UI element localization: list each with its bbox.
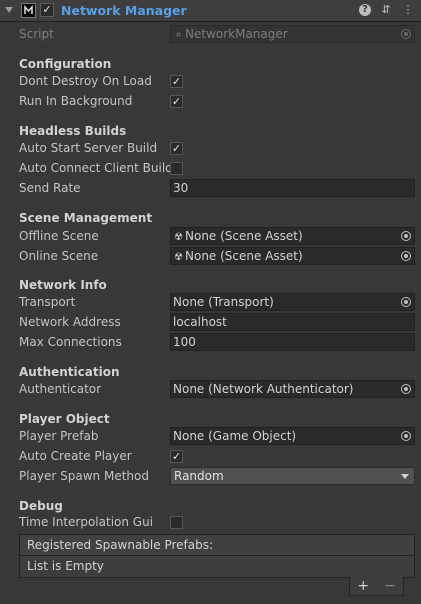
offline-scene-row: Offline Scene ☢ None (Scene Asset)	[0, 227, 421, 247]
inspector-panel: ✓ Network Manager ? ⇵ ⋮ Script ⌗ NetworkM…	[0, 0, 421, 604]
headless-builds-header: Headless Builds	[19, 124, 127, 138]
player-prefab-field[interactable]: None (Game Object)	[170, 427, 415, 445]
network-address-label: Network Address	[19, 315, 121, 329]
debug-header: Debug	[19, 499, 63, 513]
object-picker-icon[interactable]	[401, 297, 411, 307]
max-connections-label: Max Connections	[19, 335, 122, 349]
auto-connect-client-row: Auto Connect Client Build	[0, 159, 421, 179]
auto-create-player-label: Auto Create Player	[19, 449, 132, 463]
player-prefab-row: Player Prefab None (Game Object)	[0, 427, 421, 447]
send-rate-row: Send Rate 30	[0, 179, 421, 199]
object-picker-icon[interactable]	[401, 384, 411, 394]
add-item-button[interactable]: +	[357, 579, 369, 593]
transport-row: Transport None (Transport)	[0, 293, 421, 313]
auto-create-player-row: Auto Create Player ✓	[0, 447, 421, 467]
network-address-input[interactable]: localhost	[170, 313, 415, 331]
player-spawn-method-dropdown[interactable]: Random	[170, 467, 415, 485]
network-info-header: Network Info	[19, 278, 107, 292]
network-manager-component-icon	[21, 3, 36, 18]
foldout-arrow-icon[interactable]	[5, 7, 13, 13]
send-rate-label: Send Rate	[19, 181, 81, 195]
time-interpolation-label: Time Interpolation Gui	[19, 515, 154, 529]
script-field: ⌗ NetworkManager	[170, 25, 415, 43]
script-value: NetworkManager	[185, 27, 288, 41]
transport-value: None (Transport)	[173, 295, 274, 309]
send-rate-input[interactable]: 30	[170, 179, 415, 197]
offline-scene-label: Offline Scene	[19, 229, 99, 243]
time-interpolation-row: Time Interpolation Gui	[0, 513, 421, 533]
run-in-background-checkbox[interactable]: ✓	[170, 95, 183, 108]
auto-start-server-label: Auto Start Server Build	[19, 141, 158, 155]
online-scene-field[interactable]: ☢ None (Scene Asset)	[170, 247, 415, 265]
transport-label: Transport	[19, 295, 76, 309]
player-prefab-label: Player Prefab	[19, 429, 99, 443]
authenticator-row: Authenticator None (Network Authenticato…	[0, 380, 421, 400]
transport-field[interactable]: None (Transport)	[170, 293, 415, 311]
script-label: Script	[19, 27, 54, 41]
authentication-header: Authentication	[19, 365, 120, 379]
configuration-header: Configuration	[19, 57, 112, 71]
offline-scene-value: None (Scene Asset)	[185, 229, 303, 243]
authenticator-value: None (Network Authenticator)	[173, 382, 354, 396]
list-controls: + −	[349, 577, 404, 596]
dont-destroy-checkbox[interactable]: ✓	[170, 75, 183, 88]
object-picker-icon	[401, 29, 411, 39]
dont-destroy-row: Dont Destroy On Load ✓	[0, 72, 421, 92]
network-address-row: Network Address localhost	[0, 313, 421, 333]
auto-connect-client-label: Auto Connect Client Build	[19, 161, 173, 175]
dont-destroy-label: Dont Destroy On Load	[19, 74, 152, 88]
object-picker-icon[interactable]	[401, 431, 411, 441]
script-asset-icon: ⌗	[175, 30, 182, 41]
spawnable-prefabs-list-header: Registered Spawnable Prefabs:	[19, 534, 415, 556]
online-scene-row: Online Scene ☢ None (Scene Asset)	[0, 247, 421, 267]
component-enabled-checkbox[interactable]: ✓	[40, 3, 54, 17]
offline-scene-field[interactable]: ☢ None (Scene Asset)	[170, 227, 415, 245]
online-scene-value: None (Scene Asset)	[185, 249, 303, 263]
max-connections-row: Max Connections 100	[0, 333, 421, 353]
kebab-menu-icon[interactable]: ⋮	[401, 3, 415, 17]
max-connections-input[interactable]: 100	[170, 333, 415, 351]
component-title: Network Manager	[61, 3, 187, 18]
auto-start-server-row: Auto Start Server Build ✓	[0, 139, 421, 159]
auto-connect-client-checkbox[interactable]	[170, 162, 183, 175]
remove-item-button[interactable]: −	[384, 579, 396, 593]
player-spawn-method-value: Random	[174, 469, 224, 483]
scene-asset-icon: ☢	[174, 232, 183, 243]
player-spawn-method-label: Player Spawn Method	[19, 469, 149, 483]
spawnable-prefabs-list-body: List is Empty	[19, 556, 415, 578]
object-picker-icon[interactable]	[401, 231, 411, 241]
preset-settings-icon[interactable]: ⇵	[379, 3, 393, 17]
authenticator-field[interactable]: None (Network Authenticator)	[170, 380, 415, 398]
script-row: Script ⌗ NetworkManager	[0, 25, 421, 45]
auto-create-player-checkbox[interactable]: ✓	[170, 450, 183, 463]
online-scene-label: Online Scene	[19, 249, 99, 263]
run-in-background-row: Run In Background ✓	[0, 92, 421, 112]
help-icon[interactable]: ?	[359, 4, 371, 16]
run-in-background-label: Run In Background	[19, 94, 133, 108]
player-prefab-value: None (Game Object)	[173, 429, 297, 443]
scene-asset-icon: ☢	[174, 252, 183, 263]
component-header[interactable]: ✓ Network Manager ? ⇵ ⋮	[0, 0, 421, 22]
scene-management-header: Scene Management	[19, 211, 153, 225]
auto-start-server-checkbox[interactable]: ✓	[170, 142, 183, 155]
object-picker-icon[interactable]	[401, 251, 411, 261]
authenticator-label: Authenticator	[19, 382, 102, 396]
player-object-header: Player Object	[19, 412, 110, 426]
player-spawn-method-row: Player Spawn Method Random	[0, 467, 421, 487]
time-interpolation-checkbox[interactable]	[170, 516, 183, 529]
chevron-down-icon	[401, 474, 409, 479]
